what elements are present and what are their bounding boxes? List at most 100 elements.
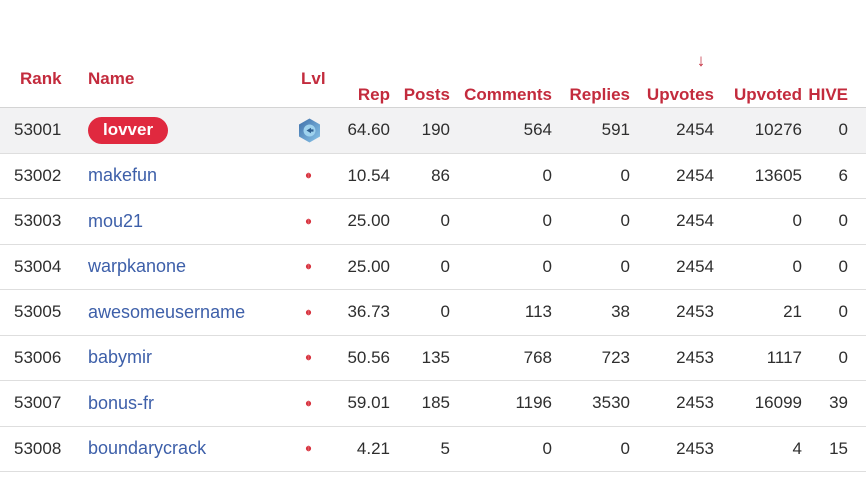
level-cell (298, 391, 330, 416)
hive-value: 39 (829, 393, 848, 413)
username-cell: makefun (80, 165, 298, 186)
level-cell (298, 163, 330, 188)
comments-value: 1196 (515, 393, 552, 413)
table-row: 53008 boundarycrack 4.21 5 0 0 2453 4 15 (0, 426, 866, 472)
table-row: 53005 awesomeusername 36.73 0 113 38 245… (0, 290, 866, 336)
column-header-posts[interactable]: Posts (390, 85, 450, 105)
username-link[interactable]: mou21 (88, 211, 143, 232)
upvotes-value: 2453 (676, 438, 714, 458)
hive-value: 0 (838, 211, 848, 231)
hive-value: 0 (838, 347, 848, 367)
username-link[interactable]: bonus-fr (88, 393, 154, 414)
posts-value: 5 (440, 438, 450, 458)
column-header-replies[interactable]: Replies (552, 85, 630, 105)
column-header-upvoted[interactable]: Upvoted (714, 85, 802, 105)
level-hexagon-badge-icon (298, 391, 321, 416)
upvoted-value: 13605 (754, 165, 802, 185)
rep-value: 4.21 (356, 438, 390, 458)
upvotes-value: 2454 (676, 165, 714, 185)
level-cell (298, 345, 330, 370)
rep-value: 25.00 (347, 211, 390, 231)
hive-value: 0 (838, 120, 848, 140)
rep-value: 50.56 (347, 347, 390, 367)
username-cell: awesomeusername (80, 302, 298, 323)
level-hexagon-badge-icon (298, 436, 321, 461)
level-cell (298, 300, 330, 325)
username-cell: boundarycrack (80, 438, 298, 459)
rep-value: 64.60 (347, 120, 390, 140)
username-link[interactable]: lovver (88, 116, 169, 144)
table-header: Rank Name Lvl ↓ Rep Posts Comments Repli… (0, 0, 866, 107)
username-link[interactable]: boundarycrack (88, 438, 206, 459)
replies-value: 723 (601, 347, 630, 367)
upvoted-value: 16099 (754, 393, 802, 413)
posts-value: 185 (421, 393, 450, 413)
rank-value: 53008 (14, 438, 62, 458)
level-hexagon-badge-icon (298, 118, 321, 143)
posts-value: 135 (421, 347, 450, 367)
hive-value: 0 (838, 302, 848, 322)
hive-value: 15 (829, 438, 848, 458)
comments-value: 0 (542, 165, 552, 185)
column-header-rep[interactable]: Rep (330, 85, 390, 105)
level-hexagon-badge-icon (298, 345, 321, 370)
username-cell: lovver (80, 116, 298, 144)
level-cell (298, 254, 330, 279)
upvoted-value: 4 (792, 438, 802, 458)
username-link[interactable]: warpkanone (88, 256, 186, 277)
comments-value: 0 (542, 256, 552, 276)
username-cell: babymir (80, 347, 298, 368)
username-link[interactable]: makefun (88, 165, 157, 186)
column-header-rank[interactable]: Rank (20, 69, 62, 89)
column-header-comments[interactable]: Comments (450, 85, 552, 105)
hive-value: 0 (838, 256, 848, 276)
upvotes-value: 2454 (676, 211, 714, 231)
column-header-name[interactable]: Name (88, 69, 134, 89)
column-header-upvotes[interactable]: Upvotes (630, 85, 714, 105)
rank-value: 53007 (14, 393, 62, 413)
replies-value: 0 (620, 256, 630, 276)
username-link[interactable]: awesomeusername (88, 302, 245, 323)
upvoted-value: 21 (783, 302, 802, 322)
column-header-lvl[interactable]: Lvl (301, 69, 326, 89)
rep-value: 59.01 (347, 393, 390, 413)
username-cell: warpkanone (80, 256, 298, 277)
level-cell (298, 118, 330, 143)
sort-direction-arrow-icon: ↓ (696, 51, 706, 70)
comments-value: 0 (542, 211, 552, 231)
level-hexagon-badge-icon (298, 254, 321, 279)
table-row: 53006 babymir 50.56 135 768 723 2453 111… (0, 335, 866, 381)
rank-value: 53002 (14, 165, 62, 185)
level-cell (298, 209, 330, 234)
table-row: 53003 mou21 25.00 0 0 0 2454 0 0 (0, 199, 866, 245)
replies-value: 3530 (592, 393, 630, 413)
table-row: 53007 bonus-fr 59.01 185 1196 3530 2453 … (0, 381, 866, 427)
upvotes-value: 2453 (676, 302, 714, 322)
hive-value: 6 (838, 165, 848, 185)
rep-value: 25.00 (347, 256, 390, 276)
column-header-hive[interactable]: HIVE (802, 85, 848, 105)
username-cell: bonus-fr (80, 393, 298, 414)
comments-value: 113 (524, 302, 552, 322)
upvotes-value: 2453 (676, 347, 714, 367)
level-hexagon-badge-icon (298, 163, 321, 188)
replies-value: 0 (620, 211, 630, 231)
rank-value: 53006 (14, 347, 62, 367)
comments-value: 564 (523, 120, 552, 140)
rep-value: 10.54 (347, 165, 390, 185)
rank-value: 53005 (14, 302, 62, 322)
ranking-page: Rank Name Lvl ↓ Rep Posts Comments Repli… (0, 0, 866, 480)
posts-value: 190 (421, 120, 450, 140)
username-cell: mou21 (80, 211, 298, 232)
upvoted-value: 0 (792, 211, 802, 231)
posts-value: 86 (431, 165, 450, 185)
replies-value: 0 (620, 165, 630, 185)
comments-value: 768 (523, 347, 552, 367)
ranking-table-body: 53001 lovver 64.60 190 564 591 2454 1027… (0, 107, 866, 472)
rep-value: 36.73 (347, 302, 390, 322)
rank-value: 53004 (14, 256, 62, 276)
replies-value: 38 (611, 302, 630, 322)
username-link[interactable]: babymir (88, 347, 152, 368)
level-hexagon-badge-icon (298, 209, 321, 234)
table-row: 53004 warpkanone 25.00 0 0 0 2454 0 0 (0, 244, 866, 290)
